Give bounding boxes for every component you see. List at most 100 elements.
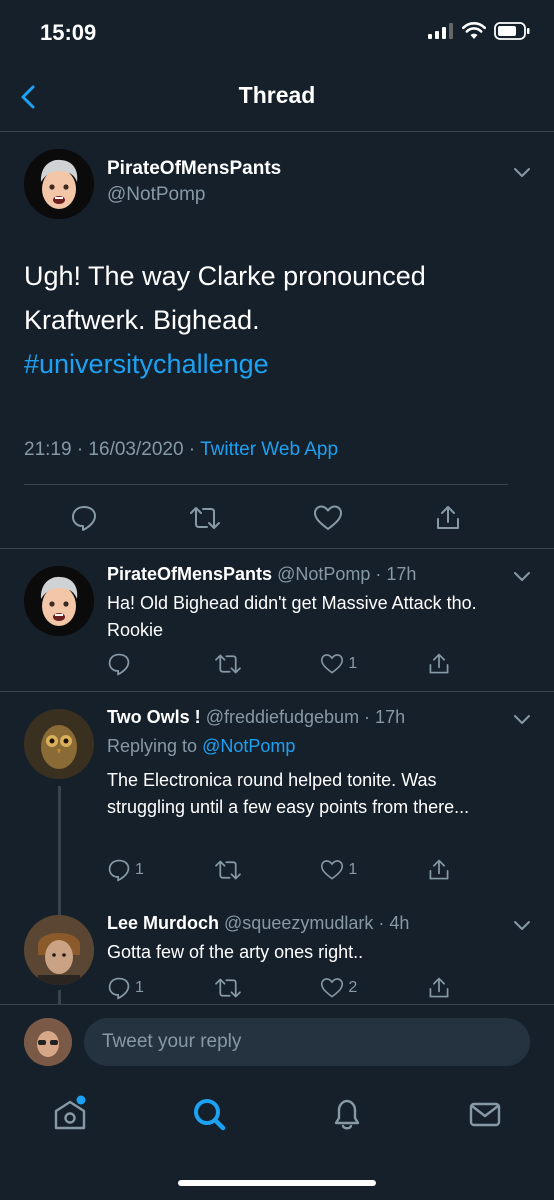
like-icon[interactable] [313,504,343,532]
share-button[interactable] [427,652,477,676]
page-title: Thread [238,82,316,108]
avatar[interactable] [24,149,94,219]
reply-author-handle: @NotPomp · 17h [277,564,417,584]
memoji-avatar-icon [24,149,94,219]
retweet-button[interactable] [214,858,264,882]
wifi-icon [462,22,486,39]
retweet-icon[interactable] [189,504,221,532]
status-time: 15:09 [40,20,97,45]
reply-icon[interactable] [70,504,98,532]
tweet-text: Ugh! The way Clarke pronounced Kraftwerk… [24,254,524,386]
battery-icon [494,22,530,40]
reply-count: 1 [135,861,144,878]
tweet-menu-button[interactable] [512,709,532,729]
reply-actions: 1 2 [107,976,477,1000]
tweet-timestamp: 21:19 · 16/03/2020 · [24,439,201,460]
reply-author[interactable]: Lee Murdoch @squeezymudlark · 4h [107,913,409,934]
tweet-source-link[interactable]: Twitter Web App [200,439,338,460]
reply-icon [108,859,130,882]
like-icon [321,978,344,998]
like-button[interactable]: 1 [320,653,370,675]
tweet-body: Ugh! The way Clarke pronounced Kraftwerk… [24,261,426,335]
share-button[interactable] [427,976,477,1000]
photo-avatar-icon [24,1018,72,1066]
author-name[interactable]: PirateOfMensPants [107,158,281,180]
home-icon [54,1095,86,1130]
photo-avatar-icon [24,915,94,985]
share-icon [429,977,449,998]
thread-connector [58,786,61,916]
like-count: 1 [348,861,358,878]
like-count: 1 [348,655,358,672]
tweet-meta: 21:19 · 16/03/2020 · Twitter Web App [24,439,338,461]
author-handle[interactable]: @NotPomp [107,184,206,206]
retweet-button[interactable] [214,652,264,676]
tweet-menu-button[interactable] [512,566,532,586]
replying-to-link[interactable]: @NotPomp [202,736,295,756]
reply-composer: Tweet your reply [0,1004,554,1080]
tweet-actions [24,490,508,546]
home-indicator[interactable] [178,1180,376,1186]
tab-home[interactable] [50,1094,90,1134]
hashtag-link[interactable]: #universitychallenge [24,342,524,386]
divider [0,548,554,549]
avatar[interactable] [24,709,94,779]
avatar[interactable] [24,915,94,985]
share-icon[interactable] [434,504,462,532]
reply-icon [108,977,130,1000]
like-button[interactable]: 2 [320,977,370,999]
tweet-menu-button[interactable] [512,162,532,182]
reply-input[interactable]: Tweet your reply [84,1018,530,1066]
reply-button[interactable] [107,652,157,676]
tab-notifications[interactable] [327,1094,367,1134]
thread-header: Thread [0,62,554,132]
status-icons [428,22,530,40]
reply-author[interactable]: PirateOfMensPants @NotPomp · 17h [107,564,416,585]
retweet-button[interactable] [214,976,264,1000]
share-icon [429,859,449,880]
messages-icon [469,1102,501,1127]
reply-button[interactable]: 1 [107,976,157,1000]
reply-author-handle: @freddiefudgebum · 17h [205,707,406,727]
reply-author-name: Two Owls ! [107,707,201,727]
reply-button[interactable]: 1 [107,858,157,882]
replying-to-label: Replying to [107,736,203,756]
tab-messages[interactable] [465,1094,505,1134]
share-icon [429,653,449,674]
reply-count: 1 [135,979,144,996]
reply-author-name: Lee Murdoch [107,913,220,933]
thread-connector [58,990,61,1004]
retweet-icon [214,654,241,674]
chevron-down-icon [514,572,530,581]
reply-icon [108,653,130,676]
chevron-down-icon [514,715,530,724]
reply-author-handle: @squeezymudlark · 4h [224,913,410,933]
notifications-icon [334,1099,360,1130]
like-icon [321,860,344,880]
avatar[interactable] [24,566,94,636]
like-button[interactable]: 1 [320,859,370,881]
reply-actions: 1 1 [107,858,477,882]
retweet-icon [214,978,241,998]
memoji-avatar-icon [24,566,94,636]
chevron-down-icon [514,921,530,930]
reply-author-name: PirateOfMensPants [107,564,273,584]
current-user-avatar[interactable] [24,1018,72,1066]
owl-avatar-icon [24,709,94,779]
share-button[interactable] [427,858,477,882]
retweet-icon [214,860,241,880]
divider [24,484,508,485]
reply-text: The Electronica round helped tonite. Was… [107,770,470,817]
divider [0,691,554,692]
like-count: 2 [348,979,358,996]
reply-text: Ha! Old Bighead didn't get Massive Attac… [107,593,477,640]
reply-text: Gotta few of the arty ones right.. [107,942,364,962]
chevron-down-icon [514,168,530,177]
search-icon [194,1099,226,1131]
replying-to: Replying to @NotPomp [107,736,295,757]
reply-author[interactable]: Two Owls ! @freddiefudgebum · 17h [107,707,405,728]
like-icon [321,654,344,674]
tab-search[interactable] [189,1094,229,1134]
tweet-menu-button[interactable] [512,915,532,935]
reply-actions: 1 [107,652,477,676]
